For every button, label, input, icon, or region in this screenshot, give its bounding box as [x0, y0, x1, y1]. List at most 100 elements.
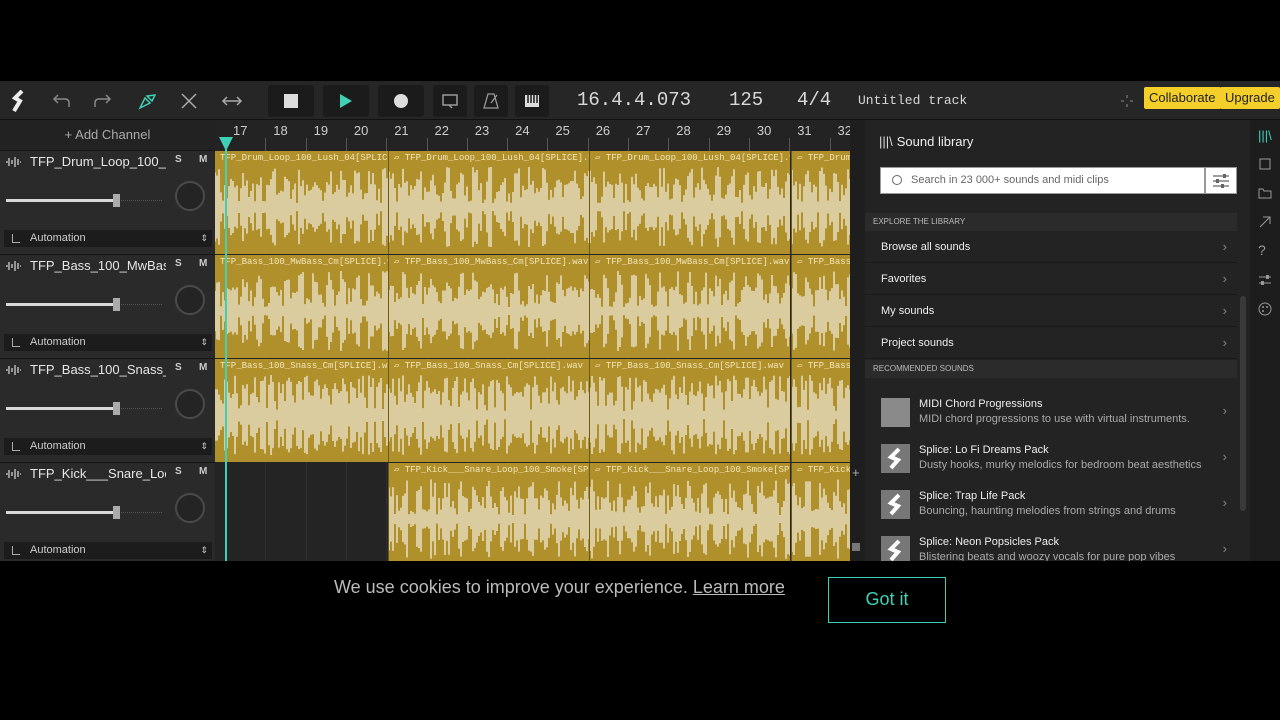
filter-button[interactable] [1205, 167, 1237, 194]
audio-clip[interactable]: ▱ TFP_Drum_Loop_100_Lush_04[SPLICE].wav [791, 151, 850, 254]
solo-button[interactable]: S [175, 258, 182, 269]
scissors-icon[interactable] [176, 81, 202, 120]
track-lane[interactable]: TFP_Drum_Loop_100_Lush_04[SPLICE].wav ▱ T… [215, 151, 850, 255]
audio-clip[interactable]: TFP_Bass_100_Snass_Cm[SPLICE].wav [215, 359, 415, 462]
time-signature[interactable]: 4/4 [797, 81, 831, 120]
volume-handle[interactable] [113, 506, 120, 519]
audio-clip[interactable]: TFP_Drum_Loop_100_Lush_04[SPLICE].wav [215, 151, 415, 254]
track-lane[interactable]: TFP_Bass_100_MwBass_Cm[SPLICE].wav ▱ TFP_… [215, 255, 850, 359]
got-it-button[interactable]: Got it [828, 577, 946, 623]
volume-slider[interactable] [6, 407, 118, 410]
pan-knob[interactable] [175, 493, 205, 523]
rec-title: Splice: Lo Fi Dreams Pack [919, 444, 1049, 456]
audio-clip[interactable]: ▱ TFP_Kick___Snare_Loop_100_Smoke[SPLICE… [388, 463, 589, 561]
playhead-marker-icon[interactable] [219, 137, 233, 151]
track-header[interactable]: TFP_Kick___Snare_Loop_100 S M Automation… [0, 462, 215, 561]
bpm-display[interactable]: 125 [729, 81, 763, 120]
audio-clip[interactable]: ▱ TFP_Bass_100_Snass_Cm[SPLICE].wav [388, 359, 589, 462]
export-icon[interactable] [1258, 215, 1272, 229]
undo-icon[interactable] [48, 81, 74, 120]
upgrade-button[interactable]: Upgrade [1220, 87, 1280, 109]
audio-clip[interactable]: ▱ TFP_Drum_Loop_100_Lush_04[SPLICE].wav [388, 151, 589, 254]
mute-button[interactable]: M [199, 258, 207, 269]
volume-slider[interactable] [6, 199, 118, 202]
track-header[interactable]: TFP_Bass_100_Snass_Cm S M Automation ⇕ [0, 358, 215, 462]
position-display[interactable]: 16.4.4.073 [577, 81, 691, 120]
recommended-item[interactable]: MIDI Chord Progressions MIDI chord progr… [865, 391, 1237, 437]
track-name[interactable]: TFP_Bass_100_Snass_Cm [30, 362, 166, 377]
recommended-item[interactable]: Splice: Neon Popsicles Pack Blistering b… [865, 529, 1237, 561]
palette-icon[interactable] [1258, 302, 1272, 316]
stretch-icon[interactable] [219, 81, 245, 120]
my-sounds-item[interactable]: My sounds › [865, 295, 1237, 327]
solo-button[interactable]: S [175, 154, 182, 165]
track-name[interactable]: TFP_Kick___Snare_Loop_100 [30, 466, 166, 481]
record-button[interactable] [378, 85, 424, 117]
add-channel-button[interactable]: + Add Channel [0, 120, 215, 150]
audio-clip[interactable]: ▱ TFP_Kick___Snare_Loop_100_Smoke[SPLICE… [791, 463, 850, 561]
browse-all-sounds-item[interactable]: Browse all sounds › [865, 231, 1237, 263]
clip-label: ▱ TFP_Bass_100_MwBass_Cm[SPLICE].wav [595, 257, 790, 267]
library-icon[interactable]: |||\ [1258, 128, 1272, 143]
audio-clip[interactable]: ▱ TFP_Bass_100_Snass_Cm[SPLICE].wav [791, 359, 850, 462]
stop-button[interactable] [268, 85, 314, 117]
track-name[interactable]: TFP_Drum_Loop_100_Lush_04 [30, 154, 166, 169]
recommended-item[interactable]: Splice: Lo Fi Dreams Pack Dusty hooks, m… [865, 437, 1237, 483]
automation-select[interactable]: Automation ⇕ [4, 230, 212, 247]
favorites-item[interactable]: Favorites › [865, 263, 1237, 295]
volume-handle[interactable] [113, 298, 120, 311]
volume-slider[interactable] [6, 511, 118, 514]
pan-knob[interactable] [175, 285, 205, 315]
metronome-button[interactable] [474, 85, 508, 117]
track-name[interactable]: TFP_Bass_100_MwBass_Cm [30, 258, 166, 273]
audio-clip[interactable]: ▱ TFP_Kick___Snare_Loop_100_Smoke[SPLICE… [589, 463, 790, 561]
timeline-ruler[interactable]: 17 18 19 20 21 22 23 24 25 26 27 28 29 30 31 32 [215, 120, 850, 151]
pan-knob[interactable] [175, 389, 205, 419]
collaborate-button[interactable]: Collaborate [1144, 87, 1221, 109]
audio-clip[interactable]: ▱ TFP_Bass_100_Snass_Cm[SPLICE].wav [589, 359, 790, 462]
solo-button[interactable]: S [175, 466, 182, 477]
waveform-icon [6, 261, 21, 271]
automation-select[interactable]: Automation ⇕ [4, 542, 212, 559]
audio-clip[interactable]: ▱ TFP_Bass_100_MwBass_Cm[SPLICE].wav [388, 255, 589, 358]
pan-knob[interactable] [175, 181, 205, 211]
folder-icon[interactable] [1258, 186, 1272, 200]
project-sounds-item[interactable]: Project sounds › [865, 327, 1237, 359]
audio-clip[interactable]: ▱ TFP_Bass_100_MwBass_Cm[SPLICE].wav [589, 255, 790, 358]
loop-button[interactable] [433, 85, 467, 117]
volume-handle[interactable] [113, 194, 120, 207]
recommended-item[interactable]: Splice: Trap Life Pack Bouncing, hauntin… [865, 483, 1237, 529]
audio-clip[interactable]: ▱ TFP_Drum_Loop_100_Lush_04[SPLICE].wav [589, 151, 790, 254]
mute-button[interactable]: M [199, 466, 207, 477]
logo-icon[interactable] [6, 81, 32, 120]
arrangement-scrollbar[interactable]: + [850, 120, 865, 561]
volume-handle[interactable] [113, 402, 120, 415]
playhead[interactable] [225, 138, 227, 561]
track-title[interactable]: Untitled track [858, 81, 967, 120]
track-header[interactable]: TFP_Bass_100_MwBass_Cm S M Automation ⇕ [0, 254, 215, 358]
pen-tool-icon[interactable] [134, 81, 160, 120]
track-lane[interactable]: ▱ TFP_Kick___Snare_Loop_100_Smoke[SPLICE… [215, 463, 850, 561]
library-scrollbar[interactable] [1240, 296, 1246, 511]
mute-button[interactable]: M [199, 362, 207, 373]
redo-icon[interactable] [90, 81, 116, 120]
add-icon[interactable]: + [852, 465, 860, 480]
solo-button[interactable]: S [175, 362, 182, 373]
audio-clip[interactable]: ▱ TFP_Bass_100_MwBass_Cm[SPLICE].wav [791, 255, 850, 358]
mute-button[interactable]: M [199, 154, 207, 165]
audio-clip[interactable]: TFP_Bass_100_MwBass_Cm[SPLICE].wav [215, 255, 415, 358]
mixer-icon[interactable] [1258, 273, 1272, 287]
track-lane[interactable]: TFP_Bass_100_Snass_Cm[SPLICE].wav ▱ TFP_B… [215, 359, 850, 463]
learn-more-link[interactable]: Learn more [693, 577, 785, 597]
play-button[interactable] [323, 85, 369, 117]
arrangement-view[interactable]: 17 18 19 20 21 22 23 24 25 26 27 28 29 30 31 32 TFP_Dru… [215, 120, 850, 561]
volume-slider[interactable] [6, 303, 118, 306]
help-icon[interactable]: ? [1258, 242, 1272, 258]
search-input[interactable]: Search in 23 000+ sounds and midi clips [880, 167, 1205, 194]
automation-select[interactable]: Automation ⇕ [4, 334, 212, 351]
automation-select[interactable]: Automation ⇕ [4, 438, 212, 455]
track-header[interactable]: TFP_Drum_Loop_100_Lush_04 S M Automation… [0, 150, 215, 254]
keyboard-button[interactable] [515, 85, 549, 117]
scroll-thumb[interactable] [852, 543, 860, 551]
device-icon[interactable] [1258, 157, 1272, 171]
